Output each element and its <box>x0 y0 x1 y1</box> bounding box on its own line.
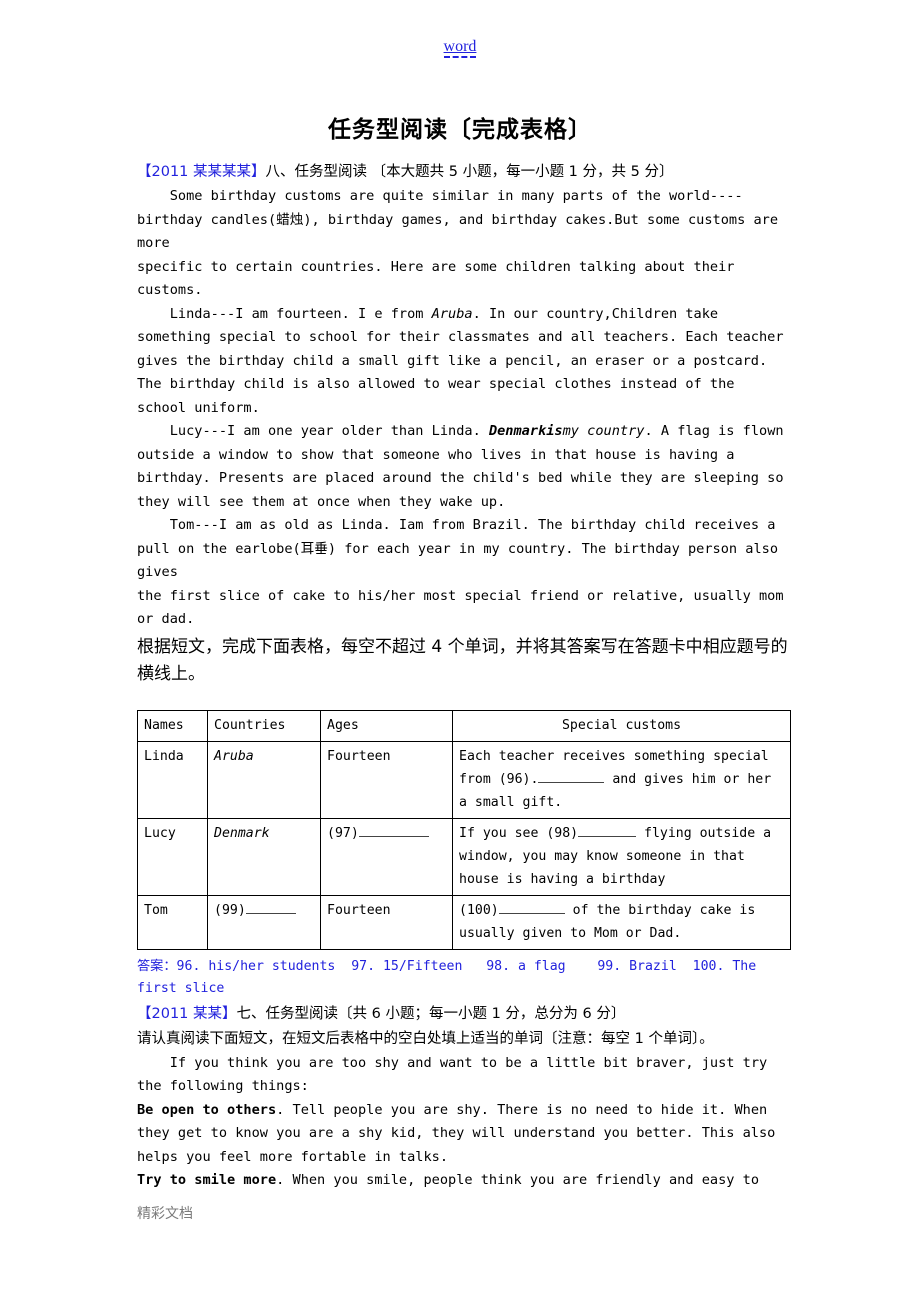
custom-lucy-pre: If you see (98) <box>459 825 579 841</box>
table-header-row: Names Countries Ages Special customs <box>137 709 791 742</box>
p1-line3: specific to certain countries. Here are … <box>137 258 735 275</box>
linda-country-italic: Aruba <box>431 305 473 322</box>
tip-2-bold-label: Try to smile more <box>137 1172 277 1188</box>
tip-1-bold-label: Be open to others <box>137 1101 277 1118</box>
age-lucy-pre: (97) <box>327 825 359 841</box>
p1-line1: Some birthday customs are quite similar … <box>137 188 743 204</box>
section2-heading-source: 【2011 某某】 <box>137 1005 237 1022</box>
answer-blank-96[interactable] <box>538 781 605 783</box>
p1-line2: birthday candles(蜡烛), birthday games, an… <box>137 211 787 252</box>
section2-heading-rest: 七、任务型阅读〔共 6 小题；每一小题 1 分，总分为 6 分〕 <box>236 1005 626 1022</box>
cell-age-lucy: (97) <box>320 817 453 896</box>
section2-paragraph-2: Be open to others. Tell people you are s… <box>137 1099 797 1170</box>
table-row: Linda Aruba Fourteen Each teacher receiv… <box>137 740 791 819</box>
section2-heading: 【2011 某某】七、任务型阅读〔共 6 小题；每一小题 1 分，总分为 6 分… <box>137 1002 797 1027</box>
cell-custom-linda: Each teacher receives something special … <box>452 740 791 819</box>
section1-heading-source: 【2011 某某某某】 <box>137 164 266 180</box>
answer-blank-98[interactable] <box>578 835 637 837</box>
p1-line4: customs. <box>137 282 203 298</box>
answer-blank-99[interactable] <box>245 912 296 914</box>
cell-custom-tom: (100) of the birthday cake is usually gi… <box>452 894 791 950</box>
cell-country-tom: (99) <box>207 894 321 950</box>
section1-cn-instruction: 根据短文，完成下面表格，每空不超过 4 个单词，并将其答案写在答题卡中相应题号的… <box>137 636 788 684</box>
cell-custom-lucy: If you see (98) flying outside a window,… <box>452 817 791 896</box>
cell-age-linda: Fourteen <box>320 740 453 819</box>
linda-text-post: . In our country,Children take something… <box>137 305 784 416</box>
word-link[interactable]: word <box>443 39 477 58</box>
table-wrapper: Names Countries Ages Special customs Lin… <box>137 709 797 950</box>
section1-paragraph-tom: Tom---I am as old as Linda. Iam from Bra… <box>137 517 784 627</box>
document-content: 【2011 某某某某】八、任务型阅读 〔本大题共 5 小题，每一小题 1 分，共… <box>137 160 797 1193</box>
answer-key-line: 答案：96. his/her students 97. 15/Fifteen 9… <box>137 958 765 996</box>
table-header-ages: Ages <box>320 709 453 742</box>
cell-country-linda: Aruba <box>207 740 321 819</box>
table-row: Tom (99) Fourteen (100) of the birthday … <box>137 894 791 950</box>
lucy-country-bold-italic: Denmarkis <box>488 423 563 439</box>
table-header-names: Names <box>137 709 208 742</box>
lucy-text-pre: Lucy---I am one year older than Linda. <box>137 423 489 439</box>
linda-text-pre: Linda---I am fourteen. I e from <box>137 305 432 322</box>
custom-tom-post: of the birthday cake is usually given to… <box>459 902 756 941</box>
answer-blank-97[interactable] <box>358 835 429 837</box>
lucy-country-italic: my country <box>562 423 645 439</box>
tip-2-text: . When you smile, people think you are f… <box>276 1172 760 1188</box>
table-row: Lucy Denmark (97) If you see (98) flying… <box>137 817 791 896</box>
answer-blank-100[interactable] <box>498 912 565 914</box>
section2-cn-instruction: 请认真阅读下面短文，在短文后表格中的空白处填上适当的单词〔注意：每空 1 个单词… <box>137 1030 714 1047</box>
document-page: word 任务型阅读〔完成表格〕 【2011 某某某某】八、任务型阅读 〔本大题… <box>0 0 920 1302</box>
table-header-special-customs: Special customs <box>452 709 791 742</box>
reading-table: Names Countries Ages Special customs Lin… <box>137 709 791 950</box>
page-title: 任务型阅读〔完成表格〕 <box>328 117 592 143</box>
section1-heading-rest: 八、任务型阅读 〔本大题共 5 小题，每一小题 1 分，共 5 分〕 <box>265 164 674 180</box>
page-footer: 精彩文档 <box>137 1207 193 1222</box>
section1-paragraph-lucy: Lucy---I am one year older than Linda. D… <box>137 420 797 514</box>
section1-paragraph-linda: Linda---I am fourteen. I e from Aruba. I… <box>137 303 797 421</box>
section2-paragraph-1: If you think you are too shy and want to… <box>137 1054 768 1095</box>
country-tom-pre: (99) <box>214 902 246 918</box>
section1-heading: 【2011 某某某某】八、任务型阅读 〔本大题共 5 小题，每一小题 1 分，共… <box>137 160 797 185</box>
table-header-countries: Countries <box>207 709 321 742</box>
section1-paragraph-1: Some birthday customs are quite similar … <box>137 185 797 303</box>
cell-name-tom: Tom <box>137 894 208 950</box>
custom-tom-pre: (100) <box>459 902 499 918</box>
cell-name-lucy: Lucy <box>137 817 208 896</box>
cell-country-lucy: Denmark <box>207 817 321 896</box>
cell-age-tom: Fourteen <box>320 894 453 950</box>
header-watermark: word <box>0 38 920 58</box>
section2-paragraph-3: Try to smile more. When you smile, peopl… <box>137 1169 797 1193</box>
cell-name-linda: Linda <box>137 740 208 819</box>
